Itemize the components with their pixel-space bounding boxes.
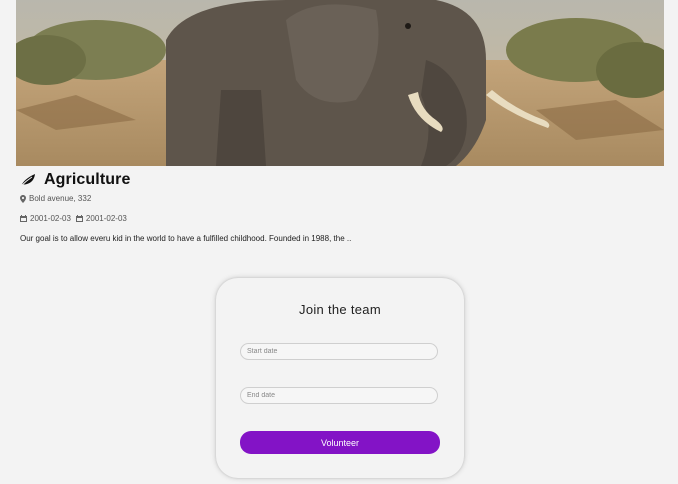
calendar-icon bbox=[20, 215, 27, 222]
start-date-input[interactable] bbox=[240, 343, 438, 360]
event-address-text: Bold avenue, 332 bbox=[29, 194, 92, 203]
event-title-row: Agriculture bbox=[20, 170, 130, 190]
end-date-input[interactable] bbox=[240, 387, 438, 404]
event-title: Agriculture bbox=[44, 171, 131, 188]
leaf-icon bbox=[20, 174, 35, 187]
event-dates: 2001-02-03 2001-02-03 bbox=[20, 214, 127, 223]
calendar-icon bbox=[75, 215, 83, 222]
event-end-date: 2001-02-03 bbox=[85, 214, 127, 223]
event-hero-image bbox=[16, 0, 664, 166]
volunteer-button[interactable]: Volunteer bbox=[240, 431, 440, 454]
join-team-heading: Join the team bbox=[299, 302, 381, 317]
join-team-card: Join the team Volunteer bbox=[216, 278, 464, 478]
map-marker-icon bbox=[20, 194, 26, 203]
event-address: Bold avenue, 332 bbox=[20, 194, 91, 203]
event-start-date: 2001-02-03 bbox=[30, 214, 71, 223]
event-description: Our goal is to allow everu kid in the wo… bbox=[20, 234, 352, 243]
